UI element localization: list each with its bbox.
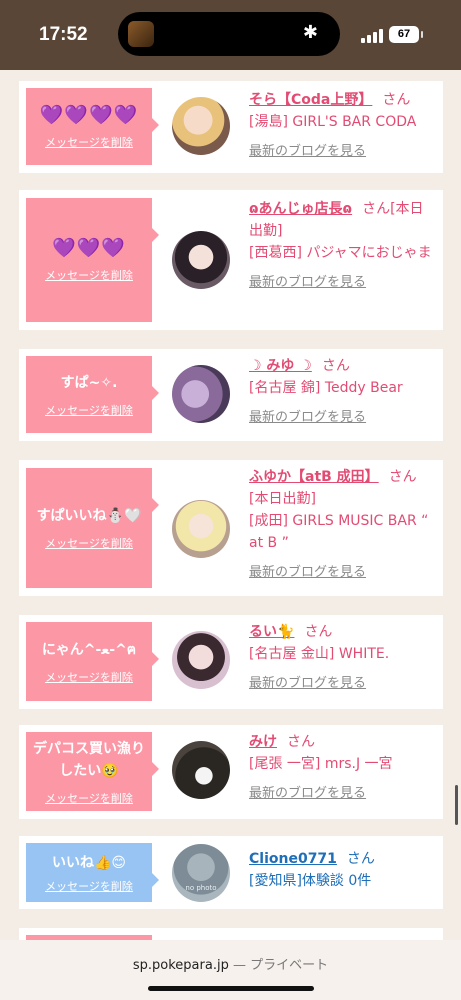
- avatar[interactable]: [172, 231, 230, 289]
- message-bubble: デパコス買い漁りしたい🥹 メッセージを削除: [26, 732, 159, 811]
- message-text: デパコス買い漁りしたい🥹: [33, 740, 145, 779]
- status-bar: 17:52 ✱ 67: [0, 0, 461, 70]
- message-text: すぱいいね⛄🤍: [36, 508, 142, 524]
- message-card: いいね👍😊 メッセージを削除 no photo Clione0771 さん [愛知…: [19, 836, 443, 909]
- bluetooth-icon: ✱: [302, 22, 318, 43]
- avatar[interactable]: [172, 500, 230, 558]
- message-bubble: にゃん^-ﻌ-^ฅ メッセージを削除: [26, 622, 159, 701]
- status-time: 17:52: [39, 24, 88, 45]
- sender-info: るい🐈 さん [名古屋 金山] WHITE. 最新のブログを見る: [249, 621, 434, 695]
- honorific: さん: [304, 624, 333, 640]
- message-card-partial: [19, 928, 443, 940]
- delete-message-link[interactable]: メッセージを削除: [45, 267, 133, 283]
- message-text: にゃん^-ﻌ-^ฅ: [41, 641, 137, 658]
- message-bubble: いいね👍😊 メッセージを削除: [26, 843, 159, 902]
- scrollbar[interactable]: [455, 785, 458, 825]
- delete-message-link[interactable]: メッセージを削除: [45, 402, 133, 418]
- battery-icon: 67: [389, 26, 423, 43]
- message-bubble: すぱ~✧. メッセージを削除: [26, 356, 159, 433]
- latest-blog-link[interactable]: 最新のブログを見る: [249, 407, 434, 429]
- message-card: すぱ~✧. メッセージを削除 ☽ みゆ ☽ さん [名古屋 錦] Teddy Be…: [19, 349, 443, 441]
- honorific: さん: [362, 201, 391, 217]
- shop-line: [名古屋 錦] Teddy Bear: [249, 380, 403, 396]
- sender-info: ふゆか【atB 成田】 さん [本日出勤] [成田] GIRLS MUSIC BA…: [249, 466, 434, 584]
- latest-blog-link[interactable]: 最新のブログを見る: [249, 272, 434, 294]
- sender-name-link[interactable]: そら【Coda上野】: [249, 92, 372, 108]
- sender-info: みけ さん [尾張 一宮] mrs.J 一宮 最新のブログを見る: [249, 731, 434, 805]
- shop-line: [湯島] GIRL'S BAR CODA: [249, 114, 417, 130]
- message-card: 💜💜💜💜 メッセージを削除 そら【Coda上野】 さん [湯島] GIRL'S B…: [19, 81, 443, 173]
- latest-blog-link[interactable]: 最新のブログを見る: [249, 673, 434, 695]
- shop-line: [名古屋 金山] WHITE.: [249, 646, 390, 662]
- sender-name-link[interactable]: みけ: [249, 734, 277, 750]
- latest-blog-link[interactable]: 最新のブログを見る: [249, 562, 434, 584]
- sender-info: ɷあんじゅ店長ɷ さん[本日出勤] [西葛西] パジャマにおじゃま 最新のブログを…: [249, 198, 434, 294]
- latest-blog-link[interactable]: 最新のブログを見る: [249, 141, 434, 163]
- message-bubble: 💜💜💜💜 メッセージを削除: [26, 88, 159, 165]
- message-text: 💜💜💜💜: [39, 103, 139, 126]
- dynamic-island[interactable]: ✱: [118, 12, 340, 56]
- sender-info: ☽ みゆ ☽ さん [名古屋 錦] Teddy Bear 最新のブログを見る: [249, 355, 434, 429]
- message-card: すぱいいね⛄🤍 メッセージを削除 ふゆか【atB 成田】 さん [本日出勤] [成…: [19, 460, 443, 596]
- latest-blog-link[interactable]: 最新のブログを見る: [249, 783, 434, 805]
- message-card: にゃん^-ﻌ-^ฅ メッセージを削除 るい🐈 さん [名古屋 金山] WHITE.…: [19, 615, 443, 709]
- sender-name-link[interactable]: ふゆか【atB 成田】: [249, 469, 379, 485]
- delete-message-link[interactable]: メッセージを削除: [45, 535, 133, 551]
- honorific: さん: [287, 734, 315, 750]
- honorific: さん: [346, 851, 375, 867]
- message-text: すぱ~✧.: [60, 374, 118, 391]
- url-display[interactable]: sp.pokepara.jp — プライベート: [0, 954, 461, 973]
- private-mode-label: プライベート: [250, 958, 329, 973]
- message-card: デパコス買い漁りしたい🥹 メッセージを削除 みけ さん [尾張 一宮] mrs.J…: [19, 725, 443, 819]
- delete-message-link[interactable]: メッセージを削除: [45, 878, 133, 894]
- message-bubble: 💜💜💜 メッセージを削除: [26, 198, 159, 322]
- sender-name-link[interactable]: ☽ みゆ ☽: [249, 358, 312, 374]
- honorific: さん: [382, 92, 411, 108]
- delete-message-link[interactable]: メッセージを削除: [45, 669, 133, 685]
- message-bubble: すぱいいね⛄🤍 メッセージを削除: [26, 468, 159, 588]
- honorific: さん: [321, 358, 350, 374]
- shop-line: [愛知県]体験談 0件: [249, 873, 372, 889]
- avatar[interactable]: [172, 741, 230, 799]
- avatar[interactable]: [172, 365, 230, 423]
- sender-name-link[interactable]: ɷあんじゅ店長ɷ: [249, 201, 352, 217]
- sender-name-link[interactable]: るい🐈: [249, 624, 294, 640]
- message-card: 💜💜💜 メッセージを削除 ɷあんじゅ店長ɷ さん[本日出勤] [西葛西] パジャマ…: [19, 190, 443, 330]
- sender-name-link[interactable]: Clione0771: [249, 851, 337, 867]
- sender-info: Clione0771 さん [愛知県]体験談 0件: [249, 848, 434, 892]
- message-text: いいね👍😊: [51, 854, 127, 871]
- message-list[interactable]: 💜💜💜💜 メッセージを削除 そら【Coda上野】 さん [湯島] GIRL'S B…: [0, 70, 461, 940]
- no-photo-label: no photo: [185, 884, 217, 892]
- shop-line: [成田] GIRLS MUSIC BAR “ at B ”: [249, 513, 429, 551]
- sender-info: そら【Coda上野】 さん [湯島] GIRL'S BAR CODA 最新のブログ…: [249, 89, 434, 163]
- browser-address-bar[interactable]: sp.pokepara.jp — プライベート: [0, 940, 461, 1000]
- honorific: さん: [388, 469, 417, 485]
- delete-message-link[interactable]: メッセージを削除: [45, 134, 133, 150]
- delete-message-link[interactable]: メッセージを削除: [45, 790, 133, 806]
- avatar[interactable]: [172, 97, 230, 155]
- domain-text: sp.pokepara.jp: [132, 958, 229, 973]
- message-text: 💜💜💜: [52, 237, 126, 259]
- signal-icon: [361, 29, 383, 43]
- avatar[interactable]: [172, 631, 230, 689]
- shop-line: [尾張 一宮] mrs.J 一宮: [249, 756, 393, 772]
- shop-line: [西葛西] パジャマにおじゃま: [249, 245, 432, 261]
- home-indicator[interactable]: [148, 986, 314, 991]
- attendance-status: [本日出勤]: [249, 491, 316, 507]
- separator: —: [228, 958, 251, 973]
- now-playing-thumbnail[interactable]: [128, 21, 154, 47]
- avatar[interactable]: no photo: [172, 844, 230, 902]
